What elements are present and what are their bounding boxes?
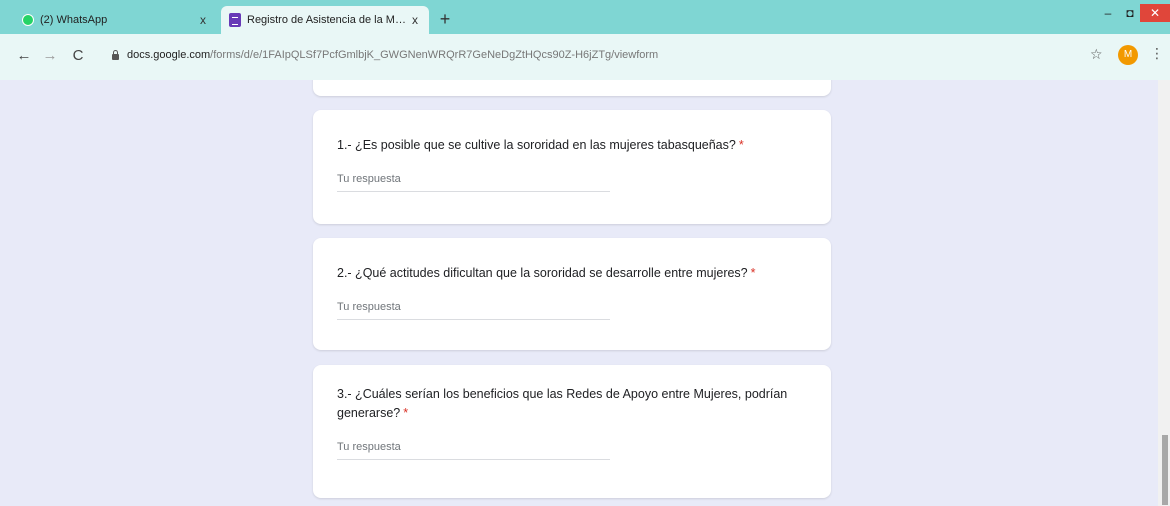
browser-toolbar: ← → C docs.google.com /forms/d/e/1FAIpQL… — [0, 34, 1170, 80]
reload-button[interactable]: C — [68, 46, 88, 66]
tab-google-form[interactable]: Registro de Asistencia de la Mes... x — [221, 6, 429, 34]
address-bar[interactable]: docs.google.com /forms/d/e/1FAIpQLSf7Pcf… — [98, 42, 1083, 68]
question-card: 2.- ¿Qué actitudes dificultan que la sor… — [313, 238, 831, 350]
question-title: 3.- ¿Cuáles serían los beneficios que la… — [337, 385, 807, 423]
profile-avatar[interactable]: M — [1118, 45, 1138, 65]
answer-input[interactable]: Tu respuesta — [337, 441, 610, 460]
maximize-button[interactable]: ◘ — [1120, 4, 1140, 22]
url-host: docs.google.com — [127, 49, 211, 61]
required-asterisk: * — [403, 406, 409, 420]
question-text: 1.- ¿Es posible que se cultive la sorori… — [337, 138, 736, 152]
tab-title: Registro de Asistencia de la Mes... — [247, 14, 407, 26]
required-asterisk: * — [750, 266, 756, 280]
tab-whatsapp[interactable]: (2) WhatsApp x — [12, 6, 217, 34]
close-window-button[interactable]: ✕ — [1140, 4, 1170, 22]
question-card: 3.- ¿Cuáles serían los beneficios que la… — [313, 365, 831, 498]
tab-strip: (2) WhatsApp x Registro de Asistencia de… — [0, 0, 1170, 34]
google-forms-icon — [229, 13, 241, 27]
question-title: 1.- ¿Es posible que se cultive la sorori… — [337, 136, 807, 155]
browser-menu-icon[interactable]: ⋮ — [1150, 45, 1164, 62]
close-tab-icon[interactable]: x — [407, 13, 423, 27]
required-asterisk: * — [738, 138, 744, 152]
back-button[interactable]: ← — [14, 46, 34, 66]
scrollbar-thumb[interactable] — [1162, 435, 1168, 505]
answer-input[interactable]: Tu respuesta — [337, 173, 610, 192]
minimize-button[interactable]: – — [1098, 4, 1118, 22]
close-tab-icon[interactable]: x — [195, 13, 211, 27]
new-tab-button[interactable]: + — [434, 8, 456, 30]
page-scrollbar[interactable] — [1158, 80, 1170, 506]
url-path: /forms/d/e/1FAIpQLSf7PcfGmlbjK_GWGNenWRQ… — [210, 49, 659, 61]
answer-input[interactable]: Tu respuesta — [337, 301, 610, 320]
question-text: 2.- ¿Qué actitudes dificultan que la sor… — [337, 266, 748, 280]
page-viewport: 1.- ¿Es posible que se cultive la sorori… — [0, 80, 1170, 506]
question-card: 1.- ¿Es posible que se cultive la sorori… — [313, 110, 831, 224]
forward-button[interactable]: → — [40, 46, 60, 66]
whatsapp-icon — [22, 14, 34, 26]
question-title: 2.- ¿Qué actitudes dificultan que la sor… — [337, 264, 807, 283]
lock-icon — [112, 50, 119, 60]
bookmark-star-icon[interactable]: ☆ — [1090, 46, 1103, 63]
form-header-card — [313, 80, 831, 96]
tab-title: (2) WhatsApp — [40, 14, 108, 26]
